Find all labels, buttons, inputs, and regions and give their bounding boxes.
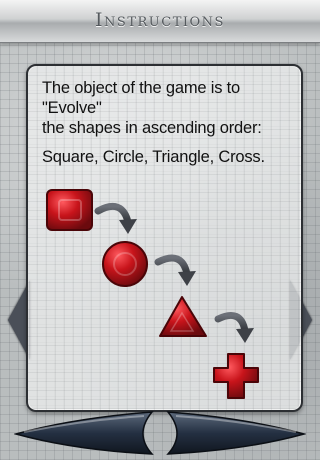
curved-arrow-icon [154, 254, 196, 286]
next-button[interactable] [166, 410, 306, 456]
square-shape-icon [46, 189, 93, 231]
evolution-diagram [46, 189, 259, 399]
curved-arrow-icon [94, 202, 137, 234]
previous-button[interactable] [14, 410, 154, 456]
curved-arrow-icon [214, 312, 254, 343]
triangle-shape-icon [159, 296, 207, 337]
previous-arrow-icon [14, 411, 154, 455]
cross-shape-icon [213, 353, 259, 399]
circle-shape-icon [102, 241, 148, 287]
next-arrow-icon [166, 411, 306, 455]
